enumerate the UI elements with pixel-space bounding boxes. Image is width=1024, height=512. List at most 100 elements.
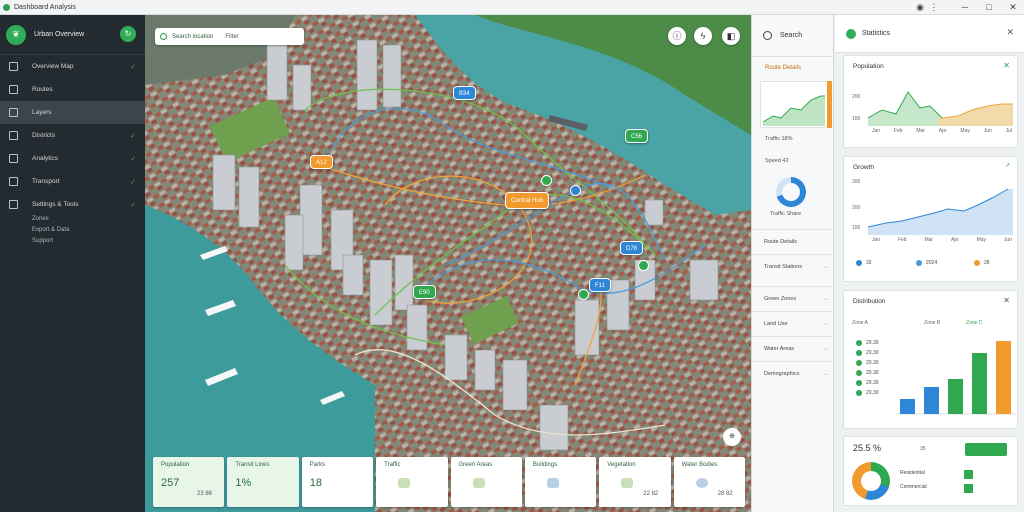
list-item[interactable]: Route Details (752, 229, 834, 254)
list-item[interactable]: Demographics ⌄ (752, 361, 834, 386)
legend-swatch (856, 260, 862, 266)
sidebar-item-layers[interactable]: Layers (0, 101, 145, 124)
donut-caption: Traffic Share (770, 211, 802, 217)
list-item-label: Route Details (764, 239, 798, 245)
stat-card[interactable]: Vegetation 22 82 (599, 457, 671, 507)
column-head: Zone A (852, 320, 868, 326)
stat-card-sub: 23 86 (197, 491, 213, 497)
sidebar-item-tools[interactable]: Settings & Tools ✓ (0, 193, 145, 216)
legend-label: Residential (900, 470, 925, 476)
close-button[interactable]: ✕ (1006, 1, 1020, 13)
sidebar-header: ❦ Urban Overview ↻ (0, 15, 145, 55)
map-pin[interactable]: F11 (589, 278, 611, 292)
refresh-icon[interactable]: ↻ (120, 26, 136, 42)
sidebar-sub-export[interactable]: Export & Data (32, 227, 145, 238)
list-item-label: Transit Stations (764, 264, 803, 270)
sidebar-item-districts[interactable]: Districts ✓ (0, 124, 145, 147)
x-axis: Jan Feb Mar Apr May Jun (872, 237, 1012, 243)
list-item[interactable]: Land Use ⌄ (752, 311, 834, 336)
legend-swatch (974, 260, 980, 266)
stat-card[interactable]: Green Areas (450, 457, 522, 507)
sidebar-sub-support[interactable]: Support (32, 238, 145, 249)
list-item: 20.30 (856, 358, 879, 368)
sidebar-item-analytics[interactable]: Analytics ✓ (0, 147, 145, 170)
map-marker[interactable] (541, 175, 552, 186)
maximize-button[interactable]: □ (982, 1, 996, 13)
tools-icon (9, 200, 18, 209)
chevron-down-icon: ⌄ (823, 321, 828, 327)
stat-card[interactable]: Population 257 23 86 (153, 457, 225, 507)
compass-icon[interactable]: ⊕ (723, 428, 741, 446)
tree-icon (621, 478, 634, 488)
map-icon (9, 62, 18, 71)
map-pin[interactable]: Central Hub (505, 192, 550, 209)
stat-card[interactable]: Buildings (524, 457, 597, 507)
stat-card-value: 1% (235, 477, 252, 489)
sidebar-item-overview[interactable]: Overview Map ✓ (0, 55, 145, 78)
sidebar-item-label: Districts (32, 132, 56, 139)
stat-card[interactable]: Transit Lines 1% (227, 457, 299, 507)
leaf-icon (846, 28, 856, 39)
stat-card-title: Water Bodies (681, 462, 718, 468)
column-head: Zone C (966, 320, 983, 326)
list-item[interactable]: Transit Stations ⌄ (752, 254, 834, 279)
sidebar-sub-zones[interactable]: Zones (32, 216, 145, 227)
list-item-label: 20.30 (866, 360, 879, 366)
section-title: Route Details (765, 65, 802, 71)
lightning-icon[interactable]: ϟ (694, 27, 712, 45)
legend-label: Commercial (900, 484, 927, 490)
summary-action-button[interactable] (965, 443, 1007, 456)
sidebar-item-transport[interactable]: Transport ✓ (0, 170, 145, 193)
minimize-button[interactable]: ─ (958, 1, 972, 13)
list-item[interactable]: Green Zones ⌄ (752, 286, 834, 311)
search-icon (763, 31, 772, 40)
stat-card-title: Parks (309, 462, 326, 468)
map-search-bar[interactable]: Search location Filter (155, 28, 304, 45)
map-pin[interactable]: C56 (625, 129, 649, 143)
mini-chart (760, 81, 832, 128)
close-icon[interactable]: ✕ (1003, 61, 1010, 70)
stat-card-sub: 22 82 (643, 491, 659, 497)
statistics-panel: Statistics ✕ Population ✕ 200 100 Jan Fe… (835, 15, 1024, 512)
user-icon[interactable]: ◉ (913, 1, 927, 13)
map-marker[interactable] (638, 260, 649, 271)
layers-toggle-icon[interactable]: ◧ (722, 27, 740, 45)
list-item[interactable]: Water Areas ⌄ (752, 336, 834, 361)
bus-icon (9, 177, 18, 186)
x-tick: Apr (938, 128, 947, 134)
route-icon (9, 85, 18, 94)
sidebar-item-routes[interactable]: Routes (0, 78, 145, 101)
close-icon[interactable]: ✕ (1006, 27, 1014, 38)
summary-panel: 25.5 % 35 Residential Commercial (843, 436, 1018, 506)
sidebar-item-label: Overview Map (32, 63, 74, 70)
population-chart (868, 91, 1013, 126)
close-icon[interactable]: ✕ (1003, 296, 1010, 305)
growth-panel: Growth ↗ 300 200 100 Jan Feb Mar Apr May… (843, 156, 1018, 282)
map-marker[interactable] (570, 185, 581, 196)
sidebar-item-label: Layers (32, 109, 52, 116)
map-pin[interactable]: D78 (620, 241, 644, 255)
x-tick: Feb (893, 128, 903, 134)
stat-cards: Population 257 23 86 Transit Lines 1% Parks… (153, 457, 745, 507)
map-pin[interactable]: A12 (310, 155, 333, 169)
stat-card[interactable]: Traffic (376, 457, 448, 507)
map-pin[interactable]: B34 (453, 86, 476, 100)
chart-icon (9, 154, 18, 163)
x-axis: Jan Feb Mar Apr May Jun Jul (872, 128, 1012, 134)
details-search[interactable]: Search (752, 15, 833, 57)
menu-icon[interactable]: ⋮ (927, 1, 941, 13)
stat-card[interactable]: Parks 18 (301, 457, 374, 507)
legend-swatch (856, 380, 862, 386)
map-canvas (145, 15, 751, 512)
list-item: 20.30 (856, 388, 879, 398)
map-marker[interactable] (578, 289, 589, 300)
x-tick: Apr (950, 237, 959, 243)
stat-card-title: Traffic (384, 462, 401, 468)
info-icon[interactable]: ⓘ (668, 27, 686, 45)
map-filter-label[interactable]: Filter (225, 34, 238, 40)
legend-item: Residential (900, 470, 925, 476)
stat-card[interactable]: Water Bodies 28 82 (673, 457, 745, 507)
map-view[interactable]: Search location Filter ⓘ ϟ ◧ A12 B34 C56… (145, 15, 751, 512)
map-pin[interactable]: E90 (413, 285, 436, 299)
chevron-down-icon: ⌄ (823, 346, 828, 352)
